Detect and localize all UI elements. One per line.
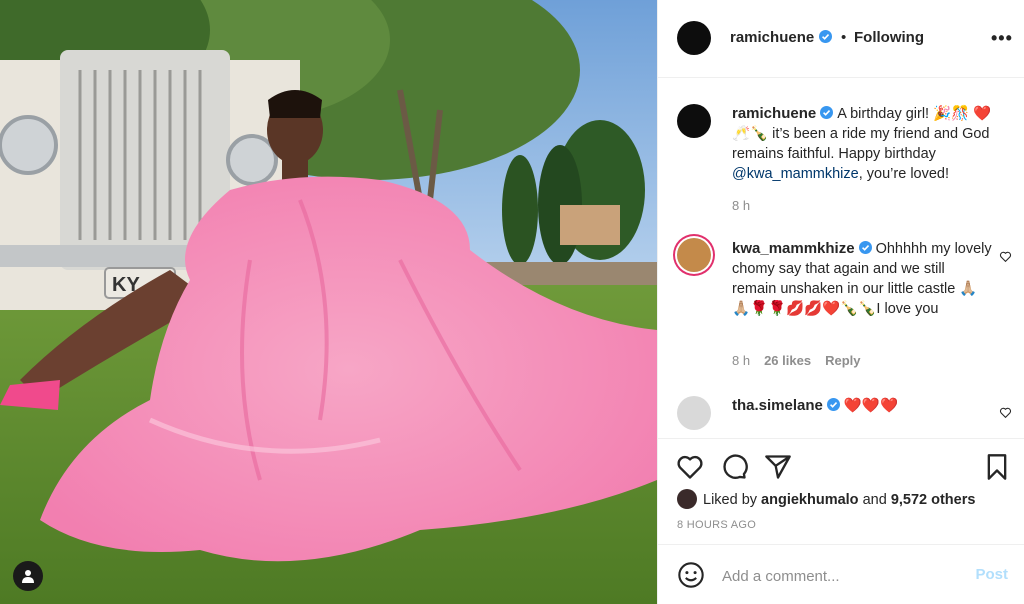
save-bookmark-icon[interactable] <box>983 453 1011 481</box>
caption-mention-link[interactable]: @kwa_mammkhize <box>732 166 859 182</box>
caption-line-a: A birthday girl! 🎉🎊 <box>837 106 970 122</box>
comments-list[interactable]: ramichuene A birthday girl! 🎉🎊 ❤️🥂🍾 it’s … <box>658 78 1024 438</box>
emoji-smiley-icon[interactable] <box>677 561 705 589</box>
reply-button[interactable]: Reply <box>825 353 860 368</box>
comment-likes[interactable]: 26 likes <box>764 353 811 368</box>
like-comment-heart-icon[interactable] <box>999 406 1012 419</box>
comment-time[interactable]: 8 h <box>732 353 750 368</box>
post-comment-button[interactable]: Post <box>975 566 1008 583</box>
comment-bubble-icon[interactable] <box>720 453 748 481</box>
post-photo[interactable]: KY <box>0 0 657 604</box>
caption-avatar[interactable] <box>677 104 711 138</box>
liker-username[interactable]: angiekhumalo <box>761 492 859 508</box>
person-icon <box>22 570 34 583</box>
post-timestamp[interactable]: 8 HOURS AGO <box>677 519 756 531</box>
like-comment-heart-icon[interactable] <box>999 250 1012 263</box>
comment-text: tha.simelane ❤️❤️❤️ <box>732 396 992 416</box>
comment-username[interactable]: tha.simelane <box>732 397 823 414</box>
add-comment-input[interactable] <box>720 563 954 589</box>
comment-username[interactable]: kwa_mammkhize <box>732 240 855 257</box>
verified-badge-icon <box>820 106 834 119</box>
comment-body: ❤️❤️❤️ <box>843 398 899 414</box>
liker-avatar[interactable] <box>677 489 697 509</box>
like-heart-icon[interactable] <box>676 453 704 481</box>
comment-avatar[interactable] <box>677 238 711 272</box>
liked-by-and: and <box>862 492 887 508</box>
verified-badge-icon <box>819 30 833 43</box>
more-options-button[interactable]: ••• <box>991 28 1013 49</box>
caption-line-c: , you’re loved! <box>858 166 950 182</box>
caption-text: ramichuene A birthday girl! 🎉🎊 ❤️🥂🍾 it’s … <box>732 104 992 184</box>
following-button[interactable]: Following <box>854 29 924 46</box>
post-actions: Liked by angiekhumalo and 9,572 others 8… <box>658 438 1024 544</box>
add-comment-bar: Post <box>658 544 1024 604</box>
likes-count-link[interactable]: 9,572 others <box>891 492 976 508</box>
caption-username[interactable]: ramichuene <box>732 105 816 122</box>
caption-time[interactable]: 8 h <box>732 198 750 213</box>
verified-badge-icon <box>858 241 872 254</box>
post-header: ramichuene • Following ••• <box>658 0 1024 78</box>
author-username-text[interactable]: ramichuene <box>730 29 814 46</box>
comment-text: kwa_mammkhize Ohhhhh my lovely chomy say … <box>732 239 992 319</box>
header-separator: • <box>841 29 847 46</box>
comment-meta: 8 h 26 likes Reply <box>732 353 860 368</box>
verified-badge-icon <box>826 398 840 411</box>
tagged-users-button[interactable] <box>13 561 43 591</box>
comment-avatar[interactable] <box>677 396 711 430</box>
caption-meta: 8 h <box>732 198 750 213</box>
author-avatar[interactable] <box>677 21 711 55</box>
photo-illustration: KY <box>0 0 657 604</box>
liked-by-prefix: Liked by <box>703 492 758 508</box>
author-username[interactable]: ramichuene <box>730 29 833 46</box>
post-side-panel: ramichuene • Following ••• ramichuene A b… <box>657 0 1024 604</box>
liked-by-summary: Liked by angiekhumalo and 9,572 others <box>677 489 975 509</box>
share-paper-plane-icon[interactable] <box>764 453 792 481</box>
